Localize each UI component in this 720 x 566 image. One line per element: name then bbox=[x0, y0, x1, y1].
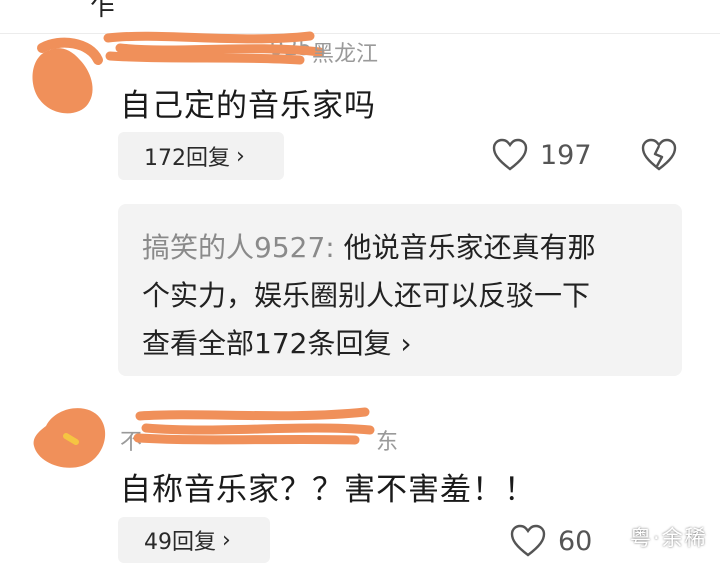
redacted-username bbox=[103, 31, 325, 65]
view-all-replies-link[interactable]: 查看全部172条回复 › bbox=[142, 320, 658, 368]
sub-reply-author[interactable]: 搞笑的人9527: bbox=[142, 231, 335, 264]
like-count: 60 bbox=[558, 525, 593, 557]
heart-icon bbox=[492, 138, 528, 171]
like-button[interactable]: 60 bbox=[510, 524, 592, 558]
comment-text[interactable]: 自称音乐家？？害不害羞！！ bbox=[120, 464, 536, 509]
sub-reply-text-2: 个实力，娱乐圈别人还可以反驳一下 bbox=[142, 279, 591, 312]
dislike-icon[interactable] bbox=[640, 138, 678, 172]
chevron-right-icon: › bbox=[236, 143, 245, 169]
sub-reply-box[interactable]: 搞笑的人9527: 他说音乐家还真有那 个实力，娱乐圈别人还可以反驳一下 查看全… bbox=[118, 204, 682, 376]
sub-reply-text-1: 他说音乐家还真有那 bbox=[334, 231, 596, 264]
avatar bbox=[33, 408, 106, 468]
like-count: 197 bbox=[540, 139, 592, 171]
view-all-label: 查看全部172条回复 bbox=[142, 327, 392, 360]
comment-location: 黑龙江 bbox=[312, 42, 379, 67]
reply-count-label: 49回复 bbox=[144, 530, 216, 555]
comment-location: 东 bbox=[376, 430, 399, 455]
chevron-right-icon: › bbox=[222, 527, 231, 553]
sub-reply-line-1: 搞笑的人9527: 他说音乐家还真有那 bbox=[142, 224, 658, 272]
like-button[interactable]: 197 bbox=[492, 138, 592, 172]
reply-count-label: 172回复 bbox=[144, 146, 230, 171]
previous-text-fragment: 乍 bbox=[90, 0, 117, 22]
reply-count-button[interactable]: 49回复 › bbox=[118, 517, 270, 563]
avatar bbox=[32, 37, 103, 114]
comment-text[interactable]: 自己定的音乐家吗 bbox=[120, 80, 376, 125]
heart-icon bbox=[510, 524, 546, 557]
chevron-right-icon: › bbox=[391, 327, 412, 360]
watermark: 粤·余稀 bbox=[630, 526, 708, 550]
redacted-username bbox=[133, 407, 375, 445]
reply-count-button[interactable]: 172回复 › bbox=[118, 132, 284, 180]
